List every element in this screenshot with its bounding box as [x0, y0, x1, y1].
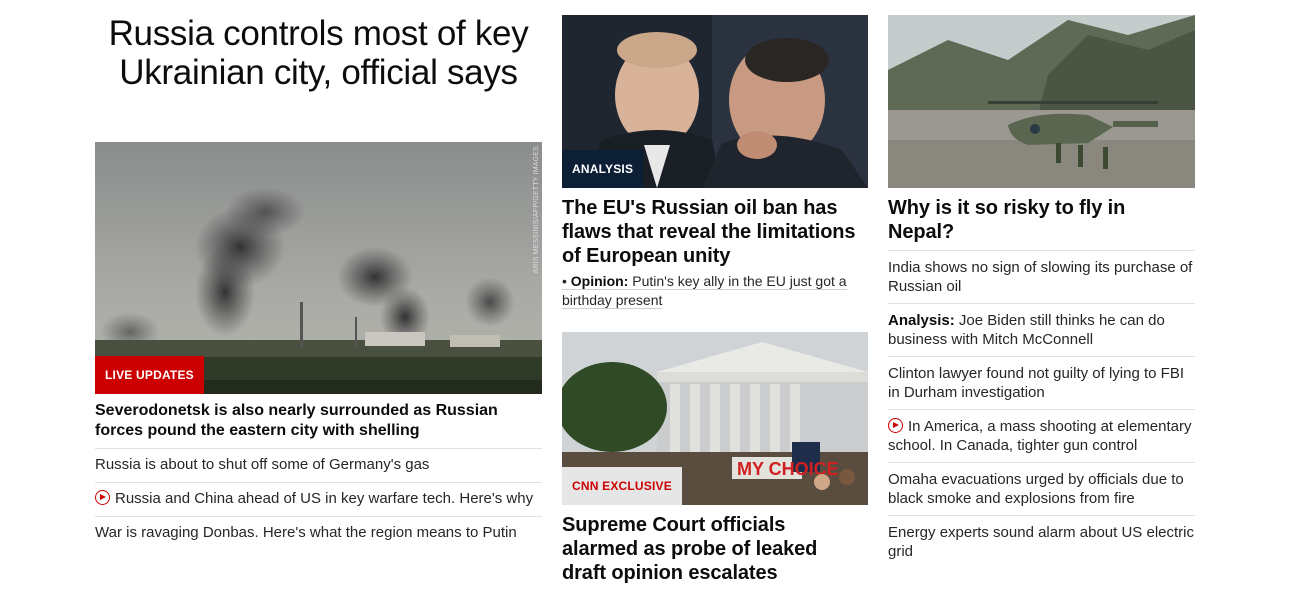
analysis-badge: ANALYSIS — [562, 150, 644, 188]
related-link-warfare-tech[interactable]: Russia and China ahead of US in key warf… — [95, 489, 542, 508]
helicopter-photo — [888, 15, 1195, 188]
play-video-icon — [95, 490, 110, 505]
opinion-link[interactable]: • Opinion: Putin's key ally in the EU ju… — [562, 273, 847, 309]
supreme-court-headline[interactable]: Supreme Court officials alarmed as probe… — [562, 513, 862, 585]
list-item: India shows no sign of slowing its purch… — [888, 250, 1195, 303]
opinion-label: Opinion: — [570, 273, 629, 289]
list-item-label: Russia and China ahead of US in key warf… — [115, 490, 534, 507]
play-video-icon — [888, 418, 903, 433]
lead-headline-link[interactable]: Russia controls most of key Ukrainian ci… — [95, 14, 542, 92]
list-item: In America, a mass shooting at elementar… — [888, 409, 1195, 462]
related-link-biden-mcconnell[interactable]: Analysis: Joe Biden still thinks he can … — [888, 311, 1195, 349]
list-item-label: India shows no sign of slowing its purch… — [888, 259, 1193, 295]
related-link-germany-gas[interactable]: Russia is about to shut off some of Germ… — [95, 455, 542, 474]
list-item-label: Clinton lawyer found not guilty of lying… — [888, 365, 1184, 401]
related-link-india-oil[interactable]: India shows no sign of slowing its purch… — [888, 258, 1195, 296]
related-link-donbas[interactable]: War is ravaging Donbas. Here's what the … — [95, 523, 542, 542]
list-item-label: Omaha evacuations urged by officials due… — [888, 471, 1184, 507]
opinion-subheadline: • Opinion: Putin's key ally in the EU ju… — [562, 272, 868, 310]
lead-story-headline[interactable]: Severodonetsk is also nearly surrounded … — [95, 401, 535, 441]
eu-oil-headline[interactable]: The EU's Russian oil ban has flaws that … — [562, 196, 862, 268]
lead-related-list: Russia is about to shut off some of Germ… — [95, 448, 542, 550]
nepal-story-image[interactable] — [888, 15, 1195, 188]
live-updates-badge: LIVE UPDATES — [95, 356, 204, 394]
eu-oil-story-image[interactable]: ANALYSIS — [562, 15, 868, 188]
list-item-label: In America, a mass shooting at elementar… — [888, 418, 1192, 454]
related-link-clinton-lawyer[interactable]: Clinton lawyer found not guilty of lying… — [888, 364, 1195, 402]
list-item: Analysis: Joe Biden still thinks he can … — [888, 303, 1195, 356]
list-item: War is ravaging Donbas. Here's what the … — [95, 516, 542, 550]
list-item: Clinton lawyer found not guilty of lying… — [888, 356, 1195, 409]
lead-story-image[interactable]: ARIS MESSINIS/AFP/GETTY IMAGES LIVE UPDA… — [95, 142, 542, 394]
related-link-omaha[interactable]: Omaha evacuations urged by officials due… — [888, 470, 1195, 508]
list-item-label: War is ravaging Donbas. Here's what the … — [95, 524, 517, 541]
photo-credit: ARIS MESSINIS/AFP/GETTY IMAGES — [533, 146, 540, 274]
list-item-label: Energy experts sound alarm about US elec… — [888, 524, 1194, 560]
list-item: Omaha evacuations urged by officials due… — [888, 462, 1195, 515]
nepal-headline[interactable]: Why is it so risky to fly in Nepal? — [888, 196, 1188, 244]
list-item: Russia is about to shut off some of Germ… — [95, 448, 542, 482]
related-link-electric-grid[interactable]: Energy experts sound alarm about US elec… — [888, 523, 1195, 561]
right-related-list: India shows no sign of slowing its purch… — [888, 250, 1195, 568]
supreme-court-story-image[interactable]: MY CHOICE CNN EXCLUSIVE — [562, 332, 868, 505]
related-link-gun-control[interactable]: In America, a mass shooting at elementar… — [888, 417, 1195, 455]
list-item: Energy experts sound alarm about US elec… — [888, 515, 1195, 568]
cnn-exclusive-badge: CNN EXCLUSIVE — [562, 467, 682, 505]
list-item-label: Russia is about to shut off some of Germ… — [95, 456, 430, 473]
list-item: Russia and China ahead of US in key warf… — [95, 482, 542, 516]
analysis-label: Analysis: — [888, 312, 955, 329]
